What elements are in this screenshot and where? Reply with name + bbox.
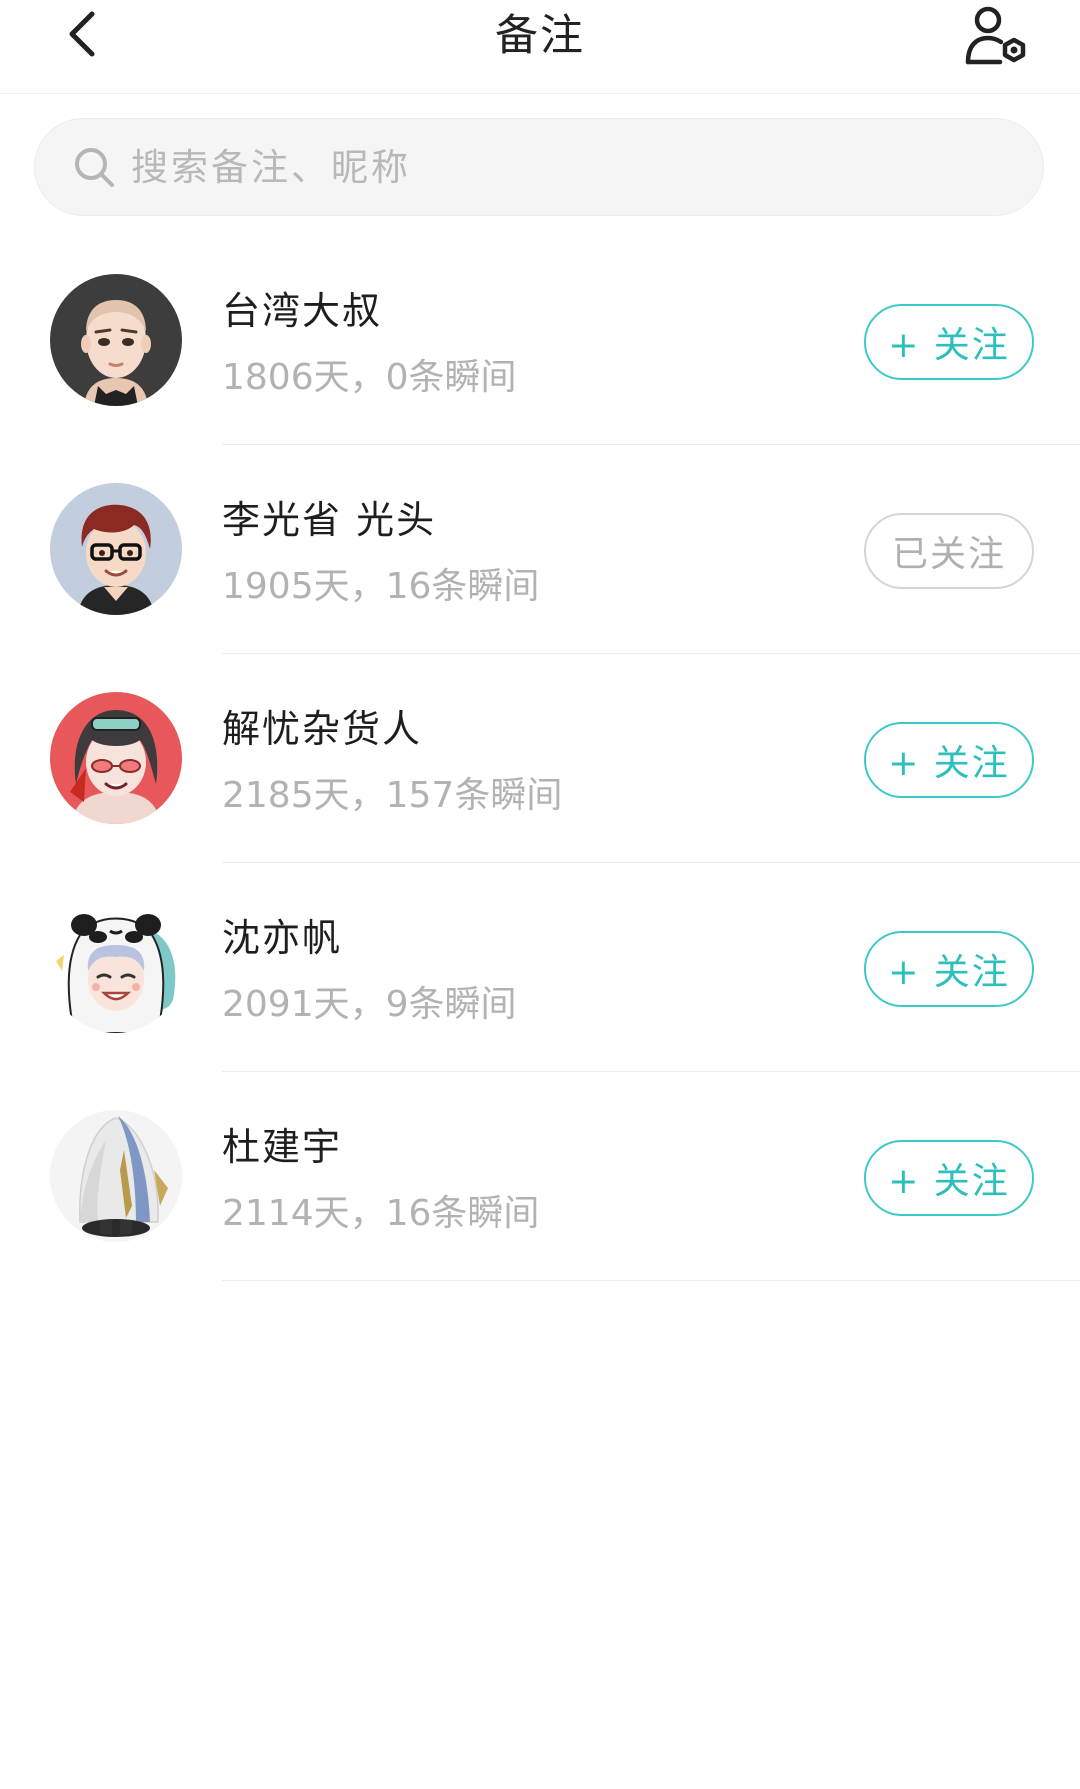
divider [222,1280,1080,1281]
contact-name: 李光省 光头 [222,498,437,542]
followed-button[interactable]: 已关注 [864,513,1034,589]
avatar-glasses-boy[interactable] [50,483,182,615]
user-settings-icon [962,4,1028,72]
follow-button[interactable]: + 关注 [864,304,1034,380]
follow-button[interactable]: + 关注 [864,722,1034,798]
page-title: 备注 [495,11,585,61]
contact-name: 解忧杂货人 [222,707,423,751]
follow-button[interactable]: + 关注 [864,1140,1034,1216]
list-item[interactable]: 沈亦帆 2091天，9条瞬间 + 关注 [0,863,1080,1072]
follow-button[interactable]: + 关注 [864,931,1034,1007]
avatar-bald-man[interactable] [50,274,182,406]
contact-meta: 2114天，16条瞬间 [222,1193,540,1234]
contact-meta: 2185天，157条瞬间 [222,775,563,816]
settings-button[interactable] [955,0,1035,76]
avatar-panda-hood[interactable] [50,901,182,1033]
contact-meta: 2091天，9条瞬间 [222,984,517,1025]
list-item[interactable]: 台湾大叔 1806天，0条瞬间 + 关注 [0,236,1080,445]
search-input[interactable] [131,145,981,189]
contact-meta: 1905天，16条瞬间 [222,566,540,607]
avatar-red-girl[interactable] [50,692,182,824]
contact-name: 杜建宇 [222,1125,343,1169]
search-icon [71,144,117,190]
contact-list: 台湾大叔 1806天，0条瞬间 + 关注 李光省 光头 1905天，16条瞬间 … [0,236,1080,1281]
list-item[interactable]: 杜建宇 2114天，16条瞬间 + 关注 [0,1072,1080,1281]
top-bar: 备注 [0,0,1080,94]
list-item[interactable]: 李光省 光头 1905天，16条瞬间 已关注 [0,445,1080,654]
contact-name: 台湾大叔 [222,289,383,333]
contact-meta: 1806天，0条瞬间 [222,357,517,398]
search-bar[interactable] [34,118,1044,216]
avatar-fish-costume[interactable] [50,1110,182,1242]
contact-name: 沈亦帆 [222,916,343,960]
list-item[interactable]: 解忧杂货人 2185天，157条瞬间 + 关注 [0,654,1080,863]
